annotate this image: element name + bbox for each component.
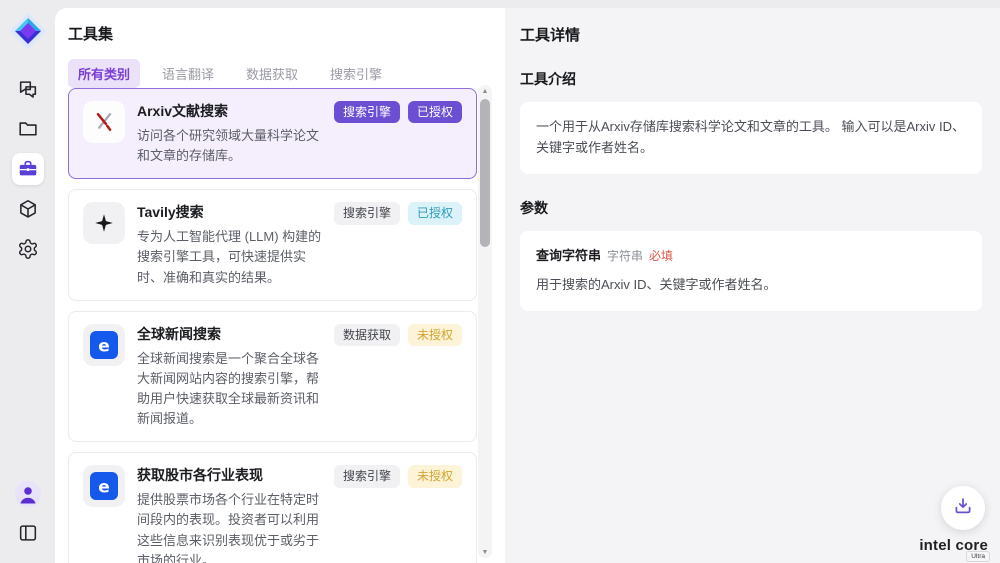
tool-card-body: Tavily搜索专为人工智能代理 (LLM) 构建的搜索引擎工具，可快速提供实时… [137, 202, 322, 287]
nav-chat-icon[interactable] [12, 73, 44, 105]
tool-title: 全球新闻搜索 [137, 324, 322, 344]
sidebar-bottom [12, 478, 44, 549]
details-title: 工具详情 [520, 24, 982, 45]
category-badge: 数据获取 [334, 324, 400, 346]
svg-text:e: e [98, 478, 110, 498]
tool-card[interactable]: Tavily搜索专为人工智能代理 (LLM) 构建的搜索引擎工具，可快速提供实时… [68, 189, 477, 300]
tool-list: Arxiv文献搜索访问各个研究领域大量科学论文和文章的存储库。搜索引擎已授权Ta… [68, 88, 477, 563]
param-desc: 用于搜索的Arxiv ID、关键字或作者姓名。 [536, 275, 966, 296]
param-required-badge: 必填 [649, 249, 673, 263]
param-name: 查询字符串 [536, 248, 601, 263]
tool-title: Tavily搜索 [137, 202, 322, 222]
category-badge: 搜索引擎 [334, 202, 400, 224]
download-button[interactable] [941, 486, 985, 530]
brand-badge: Ultra [966, 551, 990, 562]
sidebar-nav [12, 73, 44, 265]
svg-text:e: e [98, 336, 110, 356]
tab-2[interactable]: 数据获取 [236, 59, 308, 88]
intro-card: 一个用于从Arxiv存储库搜索科学论文和文章的工具。 输入可以是Arxiv ID… [520, 102, 982, 174]
tab-0[interactable]: 所有类别 [68, 59, 140, 88]
news-e-icon: e [83, 465, 125, 507]
tool-card-body: 全球新闻搜索全球新闻搜索是一个聚合全球各大新闻网站内容的搜索引擎，帮助用户快速获… [137, 324, 322, 430]
tool-desc: 访问各个研究领域大量科学论文和文章的存储库。 [137, 126, 322, 166]
tool-badges: 搜索引擎未授权 [334, 465, 462, 563]
nav-folder-icon[interactable] [12, 113, 44, 145]
tool-badges: 数据获取未授权 [334, 324, 462, 430]
tool-details-pane: 工具详情 工具介绍 一个用于从Arxiv存储库搜索科学论文和文章的工具。 输入可… [505, 8, 1000, 563]
tool-card[interactable]: e 获取股市各行业表现提供股票市场各个行业在特定时间段内的表现。投资者可以利用这些… [68, 452, 477, 563]
status-badge: 未授权 [408, 324, 462, 346]
category-badge: 搜索引擎 [334, 101, 400, 123]
tool-desc: 提供股票市场各个行业在特定时间段内的表现。投资者可以利用这些信息来识别表现优于或… [137, 490, 322, 563]
download-icon [952, 495, 974, 522]
page-title: 工具集 [68, 23, 505, 44]
news-e-icon: e [83, 324, 125, 366]
status-badge: 已授权 [408, 101, 462, 123]
tool-card[interactable]: Arxiv文献搜索访问各个研究领域大量科学论文和文章的存储库。搜索引擎已授权 [68, 88, 477, 179]
tavily-star-icon [83, 202, 125, 244]
nav-gear-icon[interactable] [12, 233, 44, 265]
scrollbar-up-icon[interactable]: ▲ [478, 85, 492, 97]
nav-toolbox-icon[interactable] [12, 153, 44, 185]
intro-heading: 工具介绍 [520, 69, 982, 89]
scrollbar-down-icon[interactable]: ▼ [478, 546, 492, 558]
tool-card-body: 获取股市各行业表现提供股票市场各个行业在特定时间段内的表现。投资者可以利用这些信… [137, 465, 322, 563]
category-badge: 搜索引擎 [334, 465, 400, 487]
tool-desc: 专为人工智能代理 (LLM) 构建的搜索引擎工具，可快速提供实时、准确和真实的结… [137, 227, 322, 287]
tool-badges: 搜索引擎已授权 [334, 101, 462, 166]
intro-text: 一个用于从Arxiv存储库搜索科学论文和文章的工具。 输入可以是Arxiv ID… [536, 119, 965, 155]
tool-desc: 全球新闻搜索是一个聚合全球各大新闻网站内容的搜索引擎，帮助用户快速获取全球最新资… [137, 349, 322, 430]
param-header: 查询字符串字符串必填 [536, 246, 966, 267]
tab-3[interactable]: 搜索引擎 [320, 59, 392, 88]
status-badge: 未授权 [408, 465, 462, 487]
tool-title: Arxiv文献搜索 [137, 101, 322, 121]
tab-1[interactable]: 语言翻译 [152, 59, 224, 88]
tool-card[interactable]: e 全球新闻搜索全球新闻搜索是一个聚合全球各大新闻网站内容的搜索引擎，帮助用户快速… [68, 311, 477, 443]
nav-cube-icon[interactable] [12, 193, 44, 225]
tool-title: 获取股市各行业表现 [137, 465, 322, 485]
app-root: { "app": { "logo_icon": "gem-logo-icon" … [0, 0, 1000, 563]
category-tabs: 所有类别语言翻译数据获取搜索引擎 [68, 59, 505, 88]
status-badge: 已授权 [408, 202, 462, 224]
main-panel: 工具集 所有类别语言翻译数据获取搜索引擎 Arxiv文献搜索访问各个研究领域大量… [55, 8, 1000, 563]
sidebar-rail [0, 0, 55, 563]
nav-user-avatar-icon[interactable] [12, 478, 44, 510]
nav-panel-toggle-icon[interactable] [12, 517, 44, 549]
params-heading: 参数 [520, 198, 982, 218]
tool-list-pane: 工具集 所有类别语言翻译数据获取搜索引擎 Arxiv文献搜索访问各个研究领域大量… [55, 8, 505, 563]
param-type: 字符串 [607, 249, 643, 263]
tool-card-body: Arxiv文献搜索访问各个研究领域大量科学论文和文章的存储库。 [137, 101, 322, 166]
param-card: 查询字符串字符串必填 用于搜索的Arxiv ID、关键字或作者姓名。 [520, 231, 982, 312]
list-scrollbar[interactable]: ▲ ▼ [478, 85, 492, 558]
app-logo-gem-icon[interactable] [7, 10, 49, 52]
tool-badges: 搜索引擎已授权 [334, 202, 462, 287]
scrollbar-thumb[interactable] [480, 99, 490, 247]
intel-core-brand: intel core Ultra [919, 537, 988, 554]
arxiv-icon [83, 101, 125, 143]
